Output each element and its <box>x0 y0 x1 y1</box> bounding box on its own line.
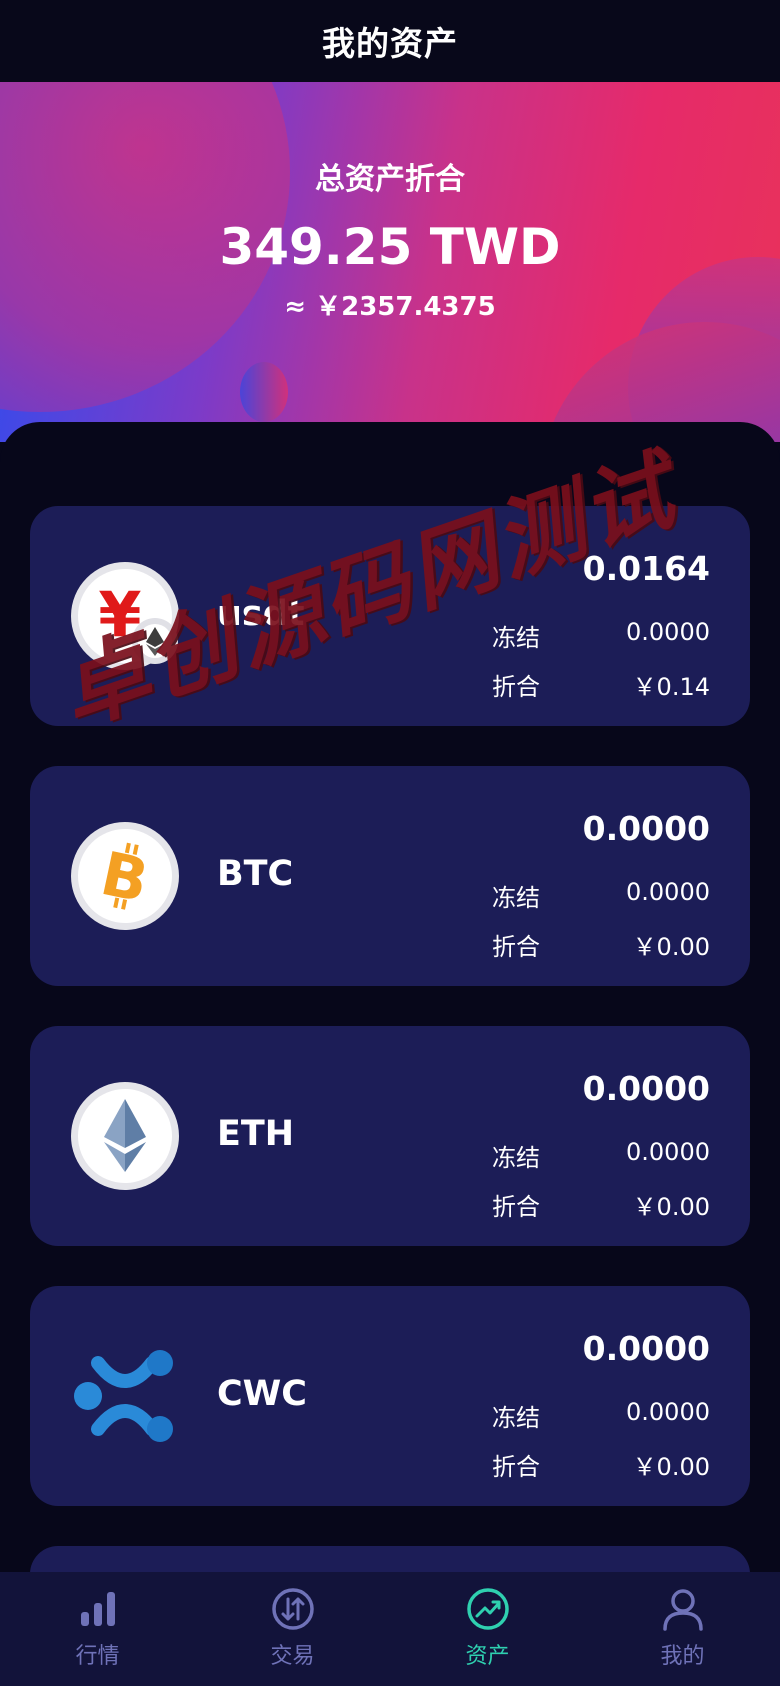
asset-card-eth[interactable]: ETH 0.0000 冻结 0.0000 折合 ￥0.00 <box>30 1026 750 1246</box>
frozen-label: 冻结 <box>492 1144 540 1172</box>
total-assets-label: 总资产折合 <box>315 162 465 197</box>
swap-arrows-icon <box>272 1588 314 1630</box>
convert-value: ￥0.14 <box>632 673 710 701</box>
decorative-blob <box>240 362 288 422</box>
convert-label: 折合 <box>492 673 540 701</box>
user-icon <box>663 1589 703 1631</box>
frozen-label: 冻结 <box>492 624 540 652</box>
convert-label: 折合 <box>492 1193 540 1221</box>
frozen-value: 0.0000 <box>626 878 710 906</box>
tab-mine[interactable]: 我的 <box>585 1572 780 1686</box>
convert-value: ￥0.00 <box>632 933 710 961</box>
asset-amount: 0.0000 <box>582 1069 710 1108</box>
convert-value: ￥0.00 <box>632 1193 710 1221</box>
frozen-value: 0.0000 <box>626 618 710 646</box>
top-nav-bar: 我的资产 <box>0 0 780 82</box>
total-assets-value: 349.25 TWD <box>219 218 561 276</box>
tab-trade[interactable]: 交易 <box>195 1572 390 1686</box>
frozen-value: 0.0000 <box>626 1398 710 1426</box>
tab-market[interactable]: 行情 <box>0 1572 195 1686</box>
asset-summary-banner: 总资产折合 349.25 TWD ≈ ￥2357.4375 <box>0 82 780 442</box>
bitcoin-icon: B <box>70 821 180 931</box>
convert-label: 折合 <box>492 1453 540 1481</box>
tab-assets[interactable]: 资产 <box>390 1572 585 1686</box>
asset-card-btc[interactable]: B BTC 0.0000 冻结 0.0000 折合 ￥0.00 <box>30 766 750 986</box>
tab-label: 行情 <box>75 1644 120 1669</box>
convert-value: ￥0.00 <box>632 1453 710 1481</box>
asset-name: CWC <box>217 1374 307 1414</box>
frozen-label: 冻结 <box>492 884 540 912</box>
bar-chart-icon <box>81 1592 115 1626</box>
page-title: 我的资产 <box>322 24 458 63</box>
asset-name: ETH <box>217 1114 295 1154</box>
tab-label: 我的 <box>660 1644 705 1669</box>
frozen-value: 0.0000 <box>626 1138 710 1166</box>
tab-label: 资产 <box>465 1644 510 1669</box>
ethereum-icon <box>70 1081 180 1191</box>
convert-label: 折合 <box>492 933 540 961</box>
tab-label: 交易 <box>270 1644 315 1669</box>
frozen-label: 冻结 <box>492 1404 540 1432</box>
trend-up-icon <box>467 1588 509 1630</box>
asset-name: BTC <box>217 854 294 894</box>
asset-card-cwc[interactable]: CWC 0.0000 冻结 0.0000 折合 ￥0.00 <box>30 1286 750 1506</box>
ripple-icon <box>70 1341 180 1451</box>
asset-amount: 0.0000 <box>582 1329 710 1368</box>
bottom-tab-bar: 行情 交易 资产 我的 <box>0 1572 780 1686</box>
asset-amount: 0.0000 <box>582 809 710 848</box>
total-assets-cny-approx: ≈ ￥2357.4375 <box>284 292 496 322</box>
